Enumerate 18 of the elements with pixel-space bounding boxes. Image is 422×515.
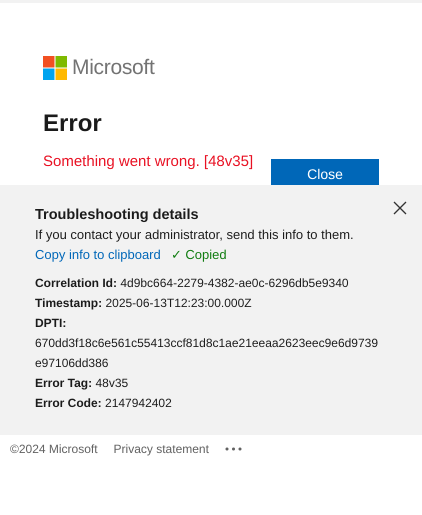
detail-line: Error Code: 2147942402 (35, 395, 173, 412)
brand-name: Microsoft (72, 56, 154, 80)
copied-status: ✓ Copied (170, 246, 227, 264)
error-title: Error (43, 109, 103, 139)
detail-value: 670dd3f18c6e561c55413ccf81d8c1ae21eeaa2623eec9e6d9739e97106dd386 (35, 335, 379, 372)
detail-line: Correlation Id: 4d9bc664-2279-4382-ae0c-6296db5e9340 (35, 275, 350, 292)
copyright-text: ©2024 Microsoft (10, 442, 98, 456)
detail-line: Timestamp: 2025-06-13T12:23:00.000Z (35, 295, 253, 312)
detail-label: DPTI: (35, 315, 68, 332)
close-icon[interactable] (393, 201, 407, 215)
privacy-link[interactable]: Privacy statement (114, 442, 209, 456)
more-icon[interactable] (224, 447, 242, 451)
troubleshooting-title: Troubleshooting details (35, 206, 200, 225)
detail-line: Error Tag: 48v35 (35, 375, 130, 392)
error-message: Something went wrong. [48v35] (43, 153, 254, 170)
copy-link[interactable]: Copy info to clipboard (35, 245, 161, 265)
troubleshooting-description: If you contact your administrator, send this info to them. (35, 226, 355, 244)
microsoft-logo-icon (43, 56, 67, 80)
